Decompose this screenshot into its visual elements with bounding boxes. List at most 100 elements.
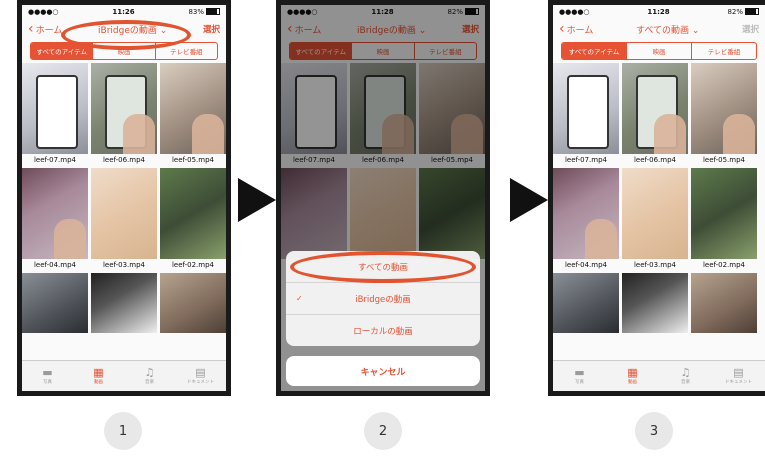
checkmark-icon: ✓ [296,294,303,303]
video-name: leef-05.mp4 [171,156,214,164]
tab-photos[interactable]: ▬ 写真 [553,361,606,391]
chevron-left-icon: ‹ [559,20,565,37]
screen: ●●●●○ 11:28 82% ‹ ホーム すべての動画 ⌄ 選択 すべてのアイテ… [553,5,765,391]
document-icon: ▤ [733,366,744,379]
chevron-left-icon: ‹ [28,20,34,37]
video-item[interactable]: leef-07.mp4 [22,63,88,166]
video-thumbnail [22,63,88,154]
video-icon: ▦ [93,366,104,379]
clock: 11:28 [647,7,670,16]
status-bar: ●●●●○ 11:28 82% [553,5,765,18]
video-item[interactable] [91,273,157,333]
video-thumbnail [691,168,757,259]
video-thumbnail [622,63,688,154]
photos-icon: ▬ [42,366,53,379]
tab-videos[interactable]: ▦ 動画 [73,361,124,391]
tab-bar: ▬ 写真 ▦ 動画 ♫ 音楽 ▤ ドキュメント [553,360,765,391]
screen: ●●●●○ 11:28 82% ‹ ホーム iBridgeの動画 ⌄ 選択 すべて… [281,5,485,391]
tab-videos[interactable]: ▦ 動画 [606,361,659,391]
select-button[interactable]: 選択 [203,23,220,35]
video-name: leef-04.mp4 [564,261,607,269]
music-icon: ♫ [144,366,155,379]
nav-title-dropdown[interactable]: すべての動画 ⌄ [636,23,699,36]
video-item[interactable]: leef-06.mp4 [622,63,688,166]
video-thumbnail [91,273,157,333]
video-item[interactable]: leef-06.mp4 [91,63,157,166]
phone-screen-1: ●●●●○ 11:26 83% ‹ ホーム iBridgeの動画 ⌄ 選択 すべて… [17,0,231,396]
signal: ●●●●○ [559,7,590,16]
video-name: leef-07.mp4 [33,156,76,164]
video-thumbnail [622,168,688,259]
video-grid: leef-07.mp4 leef-06.mp4 leef-05.mp4 leef… [22,63,226,335]
segmented-control: すべてのアイテム 映画 テレビ番組 [561,42,757,60]
tab-music[interactable]: ♫ 音楽 [659,361,712,391]
video-item[interactable] [160,273,226,333]
video-thumbnail [622,273,688,333]
highlight-oval [290,251,476,283]
video-name: leef-02.mp4 [702,261,745,269]
step-arrow [238,178,276,222]
video-item[interactable] [22,273,88,333]
step-number-1: 1 [104,412,142,450]
phone-screen-2: ●●●●○ 11:28 82% ‹ ホーム iBridgeの動画 ⌄ 選択 すべて… [276,0,490,396]
video-name: leef-06.mp4 [633,156,676,164]
video-grid: leef-07.mp4 leef-06.mp4 leef-05.mp4 leef… [553,63,757,335]
video-thumbnail [553,168,619,259]
photos-icon: ▬ [574,366,585,379]
video-name: leef-03.mp4 [102,261,145,269]
battery: 82% [727,8,759,16]
video-thumbnail [91,168,157,259]
video-thumbnail [553,63,619,154]
video-thumbnail [160,63,226,154]
segment-tv[interactable]: テレビ番組 [691,43,756,59]
video-thumbnail [691,273,757,333]
video-name: leef-07.mp4 [564,156,607,164]
step-arrow [510,178,548,222]
video-item[interactable] [622,273,688,333]
video-item[interactable]: leef-03.mp4 [91,168,157,271]
video-name: leef-06.mp4 [102,156,145,164]
back-button[interactable]: ‹ ホーム [559,20,593,37]
video-name: leef-03.mp4 [633,261,676,269]
tab-documents[interactable]: ▤ ドキュメント [175,361,226,391]
video-item[interactable]: leef-07.mp4 [553,63,619,166]
video-thumbnail [160,273,226,333]
segment-movies[interactable]: 映画 [626,43,691,59]
video-item[interactable]: leef-04.mp4 [553,168,619,271]
nav-bar: ‹ ホーム すべての動画 ⌄ 選択 [553,18,765,40]
tab-bar: ▬ 写真 ▦ 動画 ♫ 音楽 ▤ ドキュメント [22,360,226,391]
select-button[interactable]: 選択 [742,23,759,35]
tab-photos[interactable]: ▬ 写真 [22,361,73,391]
video-name: leef-02.mp4 [171,261,214,269]
video-item[interactable]: leef-02.mp4 [691,168,757,271]
back-button[interactable]: ‹ ホーム [28,20,62,37]
cancel-button[interactable]: キャンセル [286,356,480,386]
step-number-2: 2 [364,412,402,450]
video-name: leef-05.mp4 [702,156,745,164]
video-item[interactable]: leef-03.mp4 [622,168,688,271]
video-icon: ▦ [627,366,638,379]
video-name: leef-04.mp4 [33,261,76,269]
video-thumbnail [553,273,619,333]
video-item[interactable]: leef-05.mp4 [160,63,226,166]
screen: ●●●●○ 11:26 83% ‹ ホーム iBridgeの動画 ⌄ 選択 すべて… [22,5,226,391]
document-icon: ▤ [195,366,206,379]
video-item[interactable] [553,273,619,333]
option-local-videos[interactable]: ローカルの動画 [286,315,480,346]
tab-music[interactable]: ♫ 音楽 [124,361,175,391]
option-ibridge-videos[interactable]: ✓ iBridgeの動画 [286,283,480,315]
signal: ●●●●○ [28,7,59,16]
tab-documents[interactable]: ▤ ドキュメント [712,361,765,391]
music-icon: ♫ [680,366,691,379]
video-item[interactable]: leef-04.mp4 [22,168,88,271]
segment-all-items[interactable]: すべてのアイテム [562,43,626,59]
video-thumbnail [691,63,757,154]
video-thumbnail [160,168,226,259]
video-thumbnail [91,63,157,154]
status-bar: ●●●●○ 11:26 83% [22,5,226,18]
clock: 11:26 [112,7,135,16]
video-item[interactable]: leef-02.mp4 [160,168,226,271]
battery: 83% [188,8,220,16]
video-item[interactable]: leef-05.mp4 [691,63,757,166]
video-item[interactable] [691,273,757,333]
